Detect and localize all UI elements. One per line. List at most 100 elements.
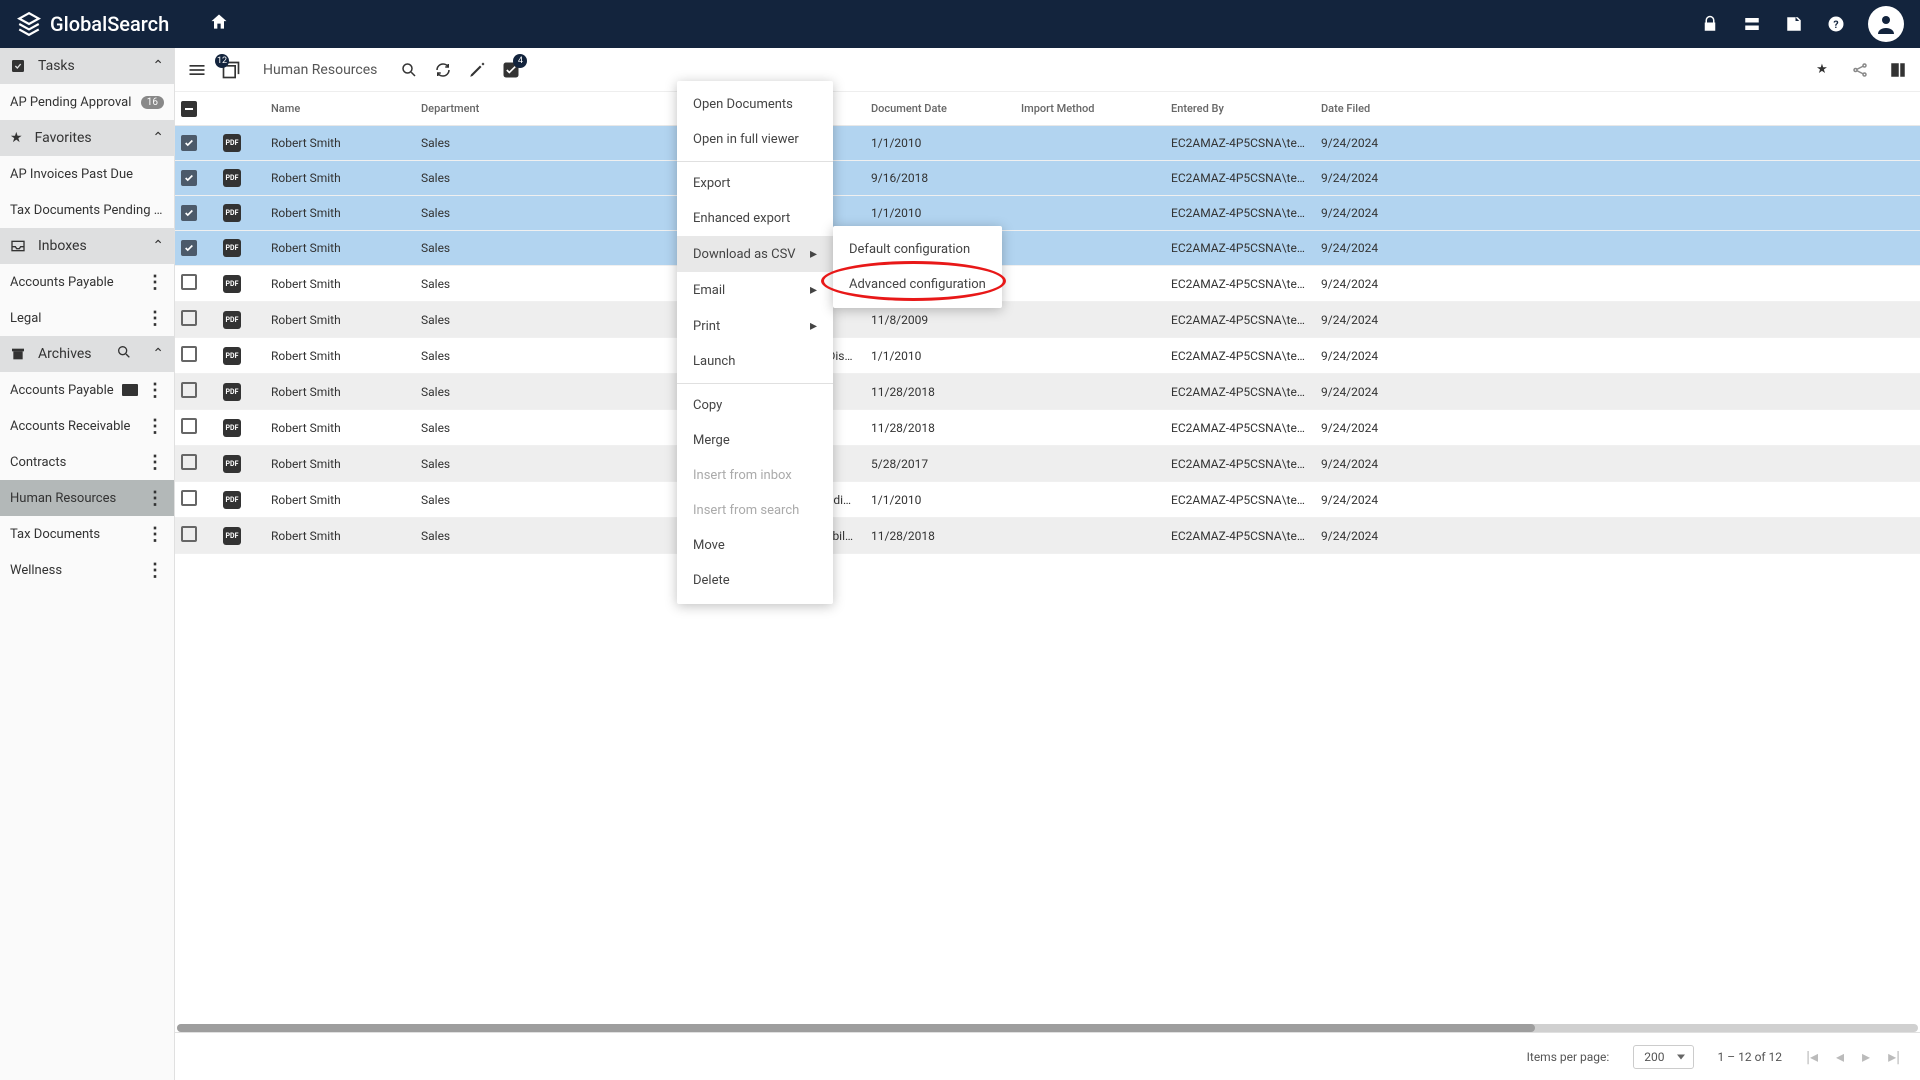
last-page-button[interactable]: ▸| (1888, 1047, 1900, 1066)
edit-note-icon[interactable] (1784, 14, 1804, 34)
menu-item[interactable]: Open Documents (677, 87, 833, 122)
table-row[interactable]: PDFRobert SmithSales6/15/2018EC2AMAZ-4P5… (175, 231, 1920, 266)
sidebar-item[interactable]: Human Resources⋮ (0, 480, 174, 516)
menu-item[interactable]: Email▸ (677, 272, 833, 308)
sidebar-item[interactable]: AP Pending Approval16 (0, 84, 174, 120)
column-header[interactable]: Document Date (865, 92, 1015, 126)
column-header[interactable] (217, 92, 265, 126)
column-header[interactable]: Department (415, 92, 715, 126)
chevron-up-icon[interactable]: ⌃ (152, 238, 164, 254)
row-checkbox[interactable] (181, 205, 197, 221)
chevron-up-icon[interactable]: ⌃ (152, 130, 164, 146)
more-icon[interactable]: ⋮ (146, 416, 164, 437)
more-icon[interactable]: ⋮ (146, 452, 164, 473)
sidebar-item[interactable]: Wellness⋮ (0, 552, 174, 588)
search-refresh-icon[interactable] (399, 60, 419, 80)
menu-item[interactable]: Move (677, 528, 833, 563)
menu-item[interactable]: Merge (677, 423, 833, 458)
next-page-button[interactable]: ▸ (1862, 1047, 1870, 1066)
cell-entered: EC2AMAZ-4P5CSNA\te… (1165, 231, 1315, 266)
row-checkbox[interactable] (181, 382, 197, 398)
menu-item[interactable]: Print▸ (677, 308, 833, 344)
table-row[interactable]: PDFRobert SmithSalesReference Release11/… (175, 374, 1920, 410)
column-header[interactable] (175, 92, 217, 126)
menu-item[interactable]: Delete (677, 563, 833, 598)
more-icon[interactable]: ⋮ (146, 308, 164, 329)
table-row[interactable]: PDFRobert SmithSalesChange of Status For… (175, 266, 1920, 302)
row-checkbox[interactable] (181, 274, 197, 290)
sidebar-item[interactable]: AP Invoices Past Due (0, 156, 174, 192)
prev-page-button[interactable]: ◂ (1836, 1047, 1844, 1066)
share-icon[interactable] (1850, 60, 1870, 80)
home-button[interactable] (209, 12, 229, 36)
sidebar-item[interactable]: Legal⋮ (0, 300, 174, 336)
submenu-item[interactable]: Advanced configuration (833, 267, 1002, 302)
bulk-check-button[interactable]: 4 (501, 60, 521, 80)
chevron-up-icon[interactable]: ⌃ (152, 346, 164, 362)
help-icon[interactable]: ? (1826, 14, 1846, 34)
menu-item[interactable]: Export (677, 166, 833, 201)
table-row[interactable]: PDFRobert SmithSalesTimecard9/16/2018EC2… (175, 161, 1920, 196)
first-page-button[interactable]: |◂ (1806, 1047, 1818, 1066)
row-checkbox[interactable] (181, 170, 197, 186)
column-header[interactable]: Date Filed (1315, 92, 1920, 126)
horizontal-scrollbar[interactable] (177, 1024, 1918, 1032)
storage-icon[interactable] (1742, 14, 1762, 34)
results-grid: NameDepartmentHR Document TypeDocument D… (175, 92, 1920, 1024)
row-checkbox[interactable] (181, 310, 197, 326)
items-per-page-select[interactable]: 200 (1633, 1045, 1693, 1069)
user-avatar[interactable] (1868, 6, 1904, 42)
row-checkbox[interactable] (181, 526, 197, 542)
sidebar-section-inboxes[interactable]: Inboxes ⌃ (0, 228, 174, 264)
select-all-checkbox[interactable] (181, 101, 197, 117)
menu-item[interactable]: Download as CSV▸ (677, 236, 833, 272)
column-header[interactable]: Name (265, 92, 415, 126)
lock-icon[interactable] (1700, 14, 1720, 34)
row-checkbox[interactable] (181, 240, 197, 256)
row-checkbox[interactable] (181, 490, 197, 506)
table-row[interactable]: PDFRobert SmithSalesDirect Deposit1/1/20… (175, 126, 1920, 161)
sidebar-item[interactable]: Accounts Payable⋮ (0, 264, 174, 300)
cell-entered: EC2AMAZ-4P5CSNA\te… (1165, 126, 1315, 161)
sidebar-item[interactable]: Accounts Payable⋮ (0, 372, 174, 408)
column-header[interactable]: Import Method (1015, 92, 1165, 126)
column-header[interactable]: Entered By (1165, 92, 1315, 126)
table-row[interactable]: PDFRobert SmithSalesI9 - Employment Elig… (175, 518, 1920, 554)
row-checkbox[interactable] (181, 346, 197, 362)
sidebar-item[interactable]: Tax Documents Pending Inde… (0, 192, 174, 228)
menu-item[interactable]: Open in full viewer (677, 122, 833, 157)
table-row[interactable]: PDFRobert SmithSalesW-4 - Federal Withho… (175, 482, 1920, 518)
menu-item[interactable]: Copy (677, 388, 833, 423)
chevron-up-icon[interactable]: ⌃ (152, 58, 164, 74)
sidebar-section-tasks[interactable]: Tasks ⌃ (0, 48, 174, 84)
edit-icon[interactable] (467, 60, 487, 80)
more-icon[interactable]: ⋮ (146, 524, 164, 545)
sidebar-section-favorites[interactable]: ★ Favorites ⌃ (0, 120, 174, 156)
more-icon[interactable]: ⋮ (146, 488, 164, 509)
sidebar-section-archives[interactable]: Archives ⌃ (0, 336, 174, 372)
menu-item[interactable]: Launch (677, 344, 833, 379)
refresh-icon[interactable] (433, 60, 453, 80)
row-checkbox[interactable] (181, 418, 197, 434)
tabs-button[interactable]: 12 (221, 60, 241, 80)
submenu-item[interactable]: Default configuration (833, 232, 1002, 267)
table-row[interactable]: PDFRobert SmithSalesDisciplinary Action5… (175, 446, 1920, 482)
table-row[interactable]: PDFRobert SmithSalesApplication11/8/2009… (175, 302, 1920, 338)
sidebar-item[interactable]: Accounts Receivable⋮ (0, 408, 174, 444)
more-icon[interactable]: ⋮ (146, 272, 164, 293)
cell-filed: 9/24/2024 (1315, 482, 1920, 518)
menu-icon[interactable] (187, 60, 207, 80)
layout-icon[interactable] (1888, 60, 1908, 80)
table-row[interactable]: PDFRobert SmithSalesExit Interview11/28/… (175, 410, 1920, 446)
table-row[interactable]: PDFRobert SmithSalesConfidentiality/Non … (175, 338, 1920, 374)
more-icon[interactable]: ⋮ (146, 560, 164, 581)
more-icon[interactable]: ⋮ (146, 380, 164, 401)
star-icon[interactable]: ★ (1812, 60, 1832, 80)
table-row[interactable]: PDFRobert SmithSalesration1/1/2010EC2AMA… (175, 196, 1920, 231)
row-checkbox[interactable] (181, 135, 197, 151)
sidebar-item[interactable]: Tax Documents⋮ (0, 516, 174, 552)
sidebar-item[interactable]: Contracts⋮ (0, 444, 174, 480)
row-checkbox[interactable] (181, 454, 197, 470)
search-icon[interactable] (116, 344, 132, 364)
menu-item[interactable]: Enhanced export (677, 201, 833, 236)
